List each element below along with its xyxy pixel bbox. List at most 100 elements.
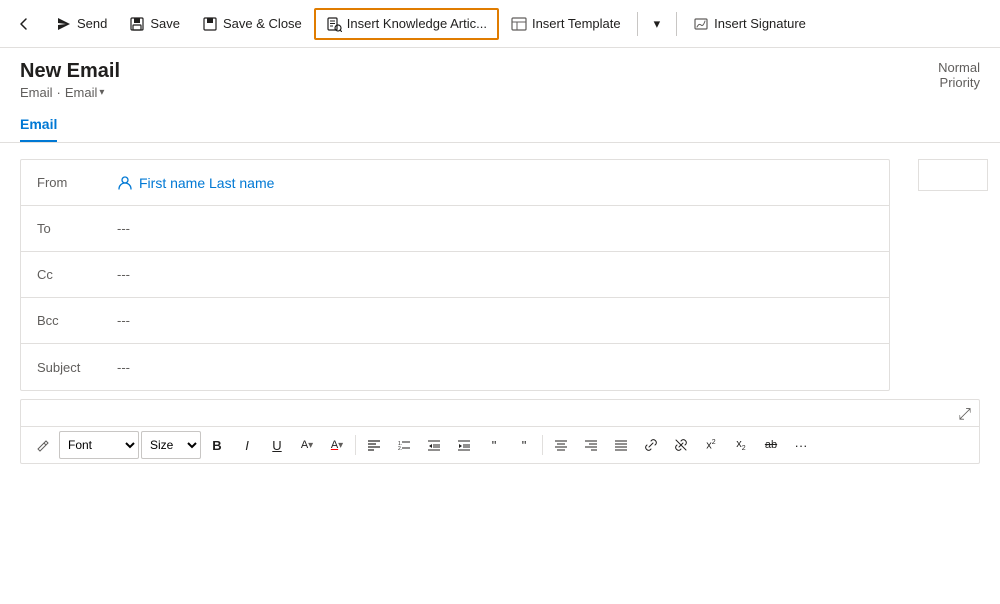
svg-text:2.: 2. — [398, 446, 402, 452]
justify-button[interactable] — [607, 431, 635, 459]
side-panel — [910, 143, 1000, 399]
send-button[interactable]: Send — [46, 10, 117, 38]
email-row-cc[interactable]: Cc --- — [21, 252, 889, 298]
dropdown-button[interactable]: ▾ — [644, 10, 671, 38]
side-panel-box — [918, 159, 988, 191]
align-center-button[interactable] — [547, 431, 575, 459]
editor-area: ⤢ Font Size B — [20, 399, 980, 464]
size-select[interactable]: Size — [141, 431, 201, 459]
save-button[interactable]: Save — [119, 10, 190, 38]
superscript-icon: x2 — [706, 439, 715, 452]
bcc-value: --- — [117, 313, 130, 328]
header-email-dropdown[interactable]: Email ▾ — [65, 85, 105, 100]
align-right-button[interactable] — [577, 431, 605, 459]
editor-expand-bar: ⤢ — [21, 400, 979, 426]
save-close-button[interactable]: Save & Close — [192, 10, 312, 38]
link-icon — [644, 438, 658, 452]
toolbar-divider-1 — [637, 12, 638, 36]
eraser-button[interactable] — [29, 431, 57, 459]
highlight-arrow: ▾ — [308, 440, 313, 451]
insert-knowledge-label: Insert Knowledge Artic... — [347, 16, 487, 31]
subscript-icon: x2 — [736, 438, 745, 452]
form-and-side: From First name Last name To --- — [0, 143, 1000, 399]
insert-knowledge-button[interactable]: Insert Knowledge Artic... — [314, 8, 499, 40]
email-row-bcc[interactable]: Bcc --- — [21, 298, 889, 344]
header-subtitle: Email · Email ▾ — [20, 85, 120, 100]
quote-button[interactable]: " — [480, 431, 508, 459]
indent-increase-button[interactable] — [450, 431, 478, 459]
bold-button[interactable]: B — [203, 431, 231, 459]
font-color-icon: A — [331, 439, 338, 451]
header-dropdown-arrow: ▾ — [99, 87, 104, 98]
send-label: Send — [77, 16, 107, 31]
priority-value: Normal — [938, 60, 980, 75]
save-label: Save — [150, 16, 180, 31]
insert-template-label: Insert Template — [532, 16, 621, 31]
strikethrough-button[interactable]: ab — [757, 431, 785, 459]
bold-label: B — [212, 438, 221, 453]
main-toolbar: Send Save Save & Close Insert Knowledge … — [0, 0, 1000, 48]
font-color-button[interactable]: A ▾ — [323, 431, 351, 459]
insert-template-icon — [511, 16, 527, 32]
align-center-icon — [554, 438, 568, 452]
unquote-button[interactable]: " — [510, 431, 538, 459]
ordered-list-button[interactable]: 1. 2. — [390, 431, 418, 459]
header-sub-label2: Email — [65, 85, 98, 100]
from-name: First name Last name — [139, 175, 274, 191]
cc-value: --- — [117, 267, 130, 282]
insert-signature-icon — [693, 16, 709, 32]
tabs: Email — [0, 108, 1000, 143]
font-color-arrow: ▾ — [338, 440, 343, 451]
editor-divider-1 — [355, 435, 356, 455]
main-layout: New Email Email · Email ▾ Normal Priorit… — [0, 48, 1000, 604]
back-icon — [16, 16, 32, 32]
editor-toolbar: Font Size B I U A ▾ — [21, 426, 979, 463]
tab-email[interactable]: Email — [20, 108, 57, 142]
highlight-icon: A — [301, 439, 308, 451]
expand-button[interactable]: ⤢ — [958, 406, 971, 424]
unlink-button[interactable] — [667, 431, 695, 459]
indent-decrease-button[interactable] — [420, 431, 448, 459]
indent-decrease-icon — [427, 438, 441, 452]
header-sub-dot: · — [57, 85, 61, 100]
superscript-button[interactable]: x2 — [697, 431, 725, 459]
italic-label: I — [245, 438, 249, 453]
header-priority: Normal Priority — [938, 60, 980, 90]
from-label: From — [37, 175, 117, 190]
tab-email-label: Email — [20, 116, 57, 132]
subject-value: --- — [117, 360, 130, 375]
from-value[interactable]: First name Last name — [117, 175, 274, 191]
ordered-list-icon: 1. 2. — [397, 438, 411, 452]
email-row-subject[interactable]: Subject --- — [21, 344, 889, 390]
underline-button[interactable]: U — [263, 431, 291, 459]
editor-divider-2 — [542, 435, 543, 455]
more-button[interactable]: ··· — [787, 431, 815, 459]
expand-icon: ⤢ — [958, 406, 971, 423]
italic-button[interactable]: I — [233, 431, 261, 459]
insert-signature-label: Insert Signature — [714, 16, 806, 31]
back-button[interactable] — [8, 8, 40, 40]
to-value: --- — [117, 221, 130, 236]
toolbar-divider-2 — [676, 12, 677, 36]
page-title: New Email — [20, 60, 120, 83]
subscript-button[interactable]: x2 — [727, 431, 755, 459]
link-button[interactable] — [637, 431, 665, 459]
align-left-button[interactable] — [360, 431, 388, 459]
font-select[interactable]: Font — [59, 431, 139, 459]
bcc-label: Bcc — [37, 313, 117, 328]
header-sub-label1: Email — [20, 85, 53, 100]
email-row-from: From First name Last name — [21, 160, 889, 206]
email-row-to[interactable]: To --- — [21, 206, 889, 252]
underline-label: U — [272, 438, 281, 453]
person-icon — [117, 175, 133, 191]
indent-increase-icon — [457, 438, 471, 452]
highlight-button[interactable]: A ▾ — [293, 431, 321, 459]
save-close-label: Save & Close — [223, 16, 302, 31]
save-icon — [129, 16, 145, 32]
insert-signature-button[interactable]: Insert Signature — [683, 10, 816, 38]
strikethrough-icon: ab — [765, 439, 777, 451]
insert-template-button[interactable]: Insert Template — [501, 10, 631, 38]
justify-icon — [614, 438, 628, 452]
cc-label: Cc — [37, 267, 117, 282]
dropdown-icon: ▾ — [654, 16, 661, 32]
